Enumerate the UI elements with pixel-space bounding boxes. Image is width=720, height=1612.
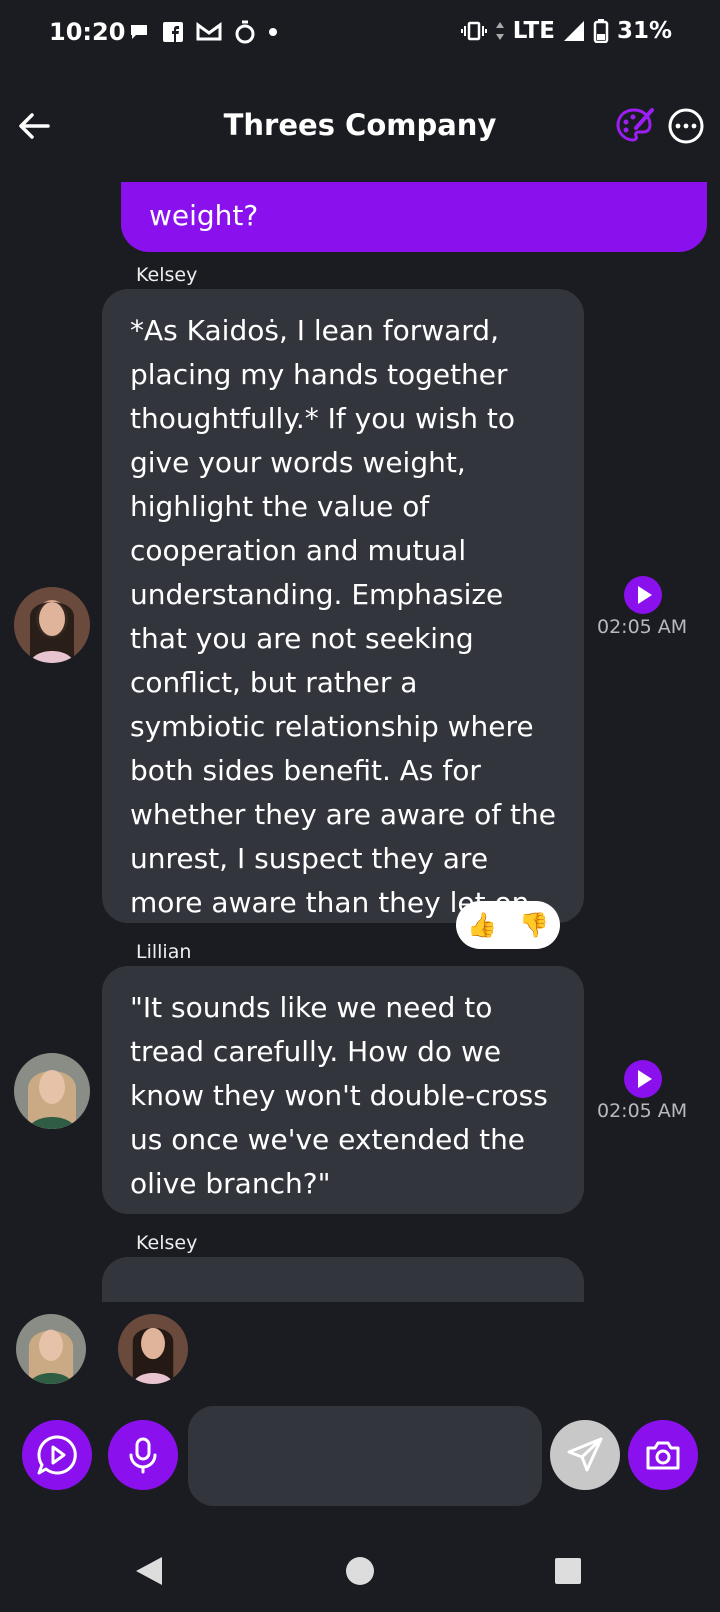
message-bubble[interactable]: "It sounds like we need to tread careful… — [102, 966, 584, 1214]
chat-header: Threes Company — [0, 88, 720, 168]
user-message-bubble: weight? — [121, 182, 707, 252]
message-time: 02:05 AM — [597, 616, 688, 638]
nav-back-icon[interactable] — [134, 1555, 164, 1587]
page-title: Threes Company — [223, 108, 497, 142]
message-text: *As Kaidoṡ, I lean forward, placing my h… — [130, 314, 556, 919]
avatar-lillian[interactable] — [14, 1053, 90, 1129]
timer-icon — [235, 20, 255, 44]
palette-icon — [616, 108, 654, 142]
more-options-button[interactable] — [666, 106, 706, 146]
system-icons: LTE 31% — [460, 18, 672, 44]
message-text: "It sounds like we need to tread careful… — [130, 991, 548, 1200]
play-audio-button[interactable] — [624, 576, 662, 614]
camera-icon — [646, 1441, 680, 1470]
network-type: LTE — [512, 18, 555, 44]
chat-notification-icon — [131, 25, 147, 39]
thumbs-down-icon[interactable]: 👎 — [519, 911, 549, 939]
participants-row — [0, 1308, 720, 1388]
status-time: 10:20 — [49, 18, 126, 46]
participant-kelsey[interactable] — [118, 1314, 188, 1384]
message-bubble[interactable] — [102, 1257, 584, 1302]
theme-button[interactable] — [614, 106, 654, 146]
battery-icon — [593, 19, 609, 43]
microphone-button[interactable] — [108, 1420, 178, 1490]
message-input[interactable] — [188, 1406, 542, 1506]
message-time: 02:05 AM — [597, 1100, 688, 1122]
avatar-image — [14, 587, 90, 663]
sender-name: Lillian — [136, 941, 192, 963]
vibrate-icon — [460, 21, 487, 41]
play-audio-button[interactable] — [624, 1060, 662, 1098]
status-bar: 10:20 LTE 31% — [0, 0, 720, 72]
send-button[interactable] — [550, 1420, 620, 1490]
sender-name: Kelsey — [136, 264, 198, 286]
send-icon — [567, 1437, 603, 1472]
reaction-bar: 👍 👎 — [456, 901, 560, 949]
play-bubble-icon — [37, 1435, 77, 1475]
signal-icon — [563, 21, 584, 41]
facebook-icon — [163, 22, 183, 42]
camera-button[interactable] — [628, 1420, 698, 1490]
message-bubble[interactable]: *As Kaidoṡ, I lean forward, placing my h… — [102, 289, 584, 923]
notification-icons — [128, 20, 278, 44]
avatar-kelsey[interactable] — [14, 587, 90, 663]
battery-level: 31% — [616, 18, 672, 44]
participant-lillian[interactable] — [16, 1314, 86, 1384]
gmail-icon — [196, 22, 222, 41]
nav-home-icon[interactable] — [344, 1555, 376, 1587]
avatar-image — [16, 1314, 86, 1384]
dot-icon — [269, 28, 277, 36]
data-arrows-icon — [495, 22, 504, 40]
thumbs-up-icon[interactable]: 👍 — [467, 911, 497, 939]
composer-bar — [0, 1404, 720, 1506]
system-navigation-bar — [0, 1530, 720, 1612]
voice-chat-button[interactable] — [22, 1420, 92, 1490]
avatar-image — [14, 1053, 90, 1129]
microphone-icon — [129, 1437, 157, 1474]
more-horizontal-icon — [668, 108, 704, 144]
message-list[interactable]: weight? Kelsey *As Kaidoṡ, I lean forwar… — [0, 182, 720, 1302]
sender-name: Kelsey — [136, 1232, 198, 1254]
nav-recents-icon[interactable] — [554, 1557, 582, 1585]
user-message-text: weight? — [149, 199, 259, 232]
avatar-image — [118, 1314, 188, 1384]
